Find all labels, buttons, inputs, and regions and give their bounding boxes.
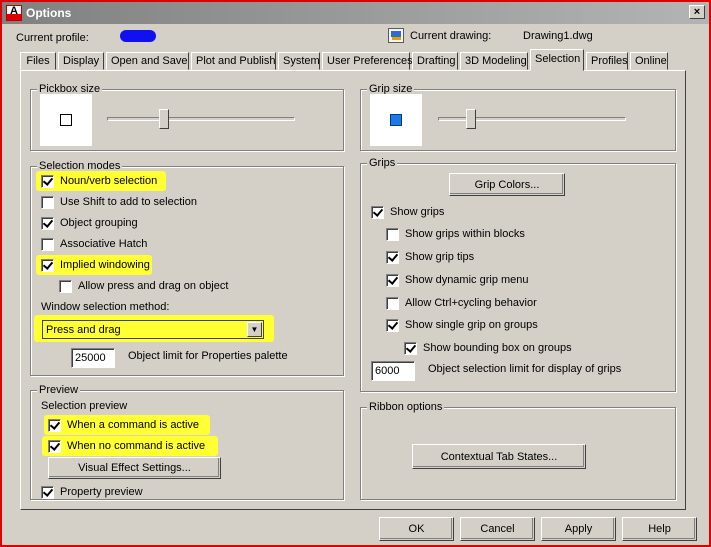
grips-within-blocks-label: Show grips within blocks	[405, 228, 525, 240]
bounding-box-groups-checkbox-row[interactable]: Show bounding box on groups	[404, 340, 572, 356]
implied-windowing-checkbox-row[interactable]: Implied windowing	[41, 257, 150, 273]
associative-hatch-checkbox-row[interactable]: Associative Hatch	[41, 236, 147, 252]
visual-effect-settings-button[interactable]: Visual Effect Settings...	[48, 457, 221, 479]
grip-size-preview	[370, 94, 422, 146]
use-shift-checkbox[interactable]	[41, 195, 54, 209]
pickbox-slider-thumb[interactable]	[159, 109, 169, 129]
window-selection-method-value: Press and drag	[46, 324, 121, 336]
allow-press-drag-checkbox[interactable]	[59, 279, 72, 293]
use-shift-label: Use Shift to add to selection	[60, 196, 197, 208]
current-profile-value-redacted	[120, 30, 156, 42]
selection-preview-label: Selection preview	[41, 400, 128, 412]
dynamic-grip-menu-checkbox-row[interactable]: Show dynamic grip menu	[386, 272, 529, 288]
dynamic-grip-menu-checkbox[interactable]	[386, 273, 399, 287]
use-shift-checkbox-row[interactable]: Use Shift to add to selection	[41, 194, 197, 210]
window-selection-method-select[interactable]: Press and drag ▼	[42, 320, 264, 339]
ctrl-cycling-checkbox-row[interactable]: Allow Ctrl+cycling behavior	[386, 295, 537, 311]
ctrl-cycling-label: Allow Ctrl+cycling behavior	[405, 297, 537, 309]
cancel-button[interactable]: Cancel	[460, 517, 535, 541]
tab-files[interactable]: Files	[20, 52, 56, 70]
drawing-file-icon	[388, 28, 404, 43]
when-command-active-checkbox-row[interactable]: When a command is active	[48, 417, 199, 433]
tab-drafting[interactable]: Drafting	[412, 52, 458, 70]
window-title: Options	[26, 6, 72, 20]
properties-object-limit-input[interactable]: 25000	[71, 348, 115, 368]
grip-tips-checkbox-row[interactable]: Show grip tips	[386, 249, 474, 265]
when-command-active-checkbox[interactable]	[48, 418, 61, 432]
single-grip-groups-checkbox-row[interactable]: Show single grip on groups	[386, 317, 538, 333]
current-drawing-value: Drawing1.dwg	[523, 30, 593, 42]
object-grouping-checkbox[interactable]	[41, 216, 54, 230]
object-grouping-checkbox-row[interactable]: Object grouping	[41, 215, 138, 231]
ok-button[interactable]: OK	[379, 517, 454, 541]
current-drawing-label: Current drawing:	[410, 30, 492, 42]
tab-profiles[interactable]: Profiles	[586, 52, 628, 70]
tab-online[interactable]: Online	[630, 52, 668, 70]
options-dialog: A Options × Current profile: Current dra…	[0, 0, 711, 547]
grip-tips-label: Show grip tips	[405, 251, 475, 263]
noun-verb-checkbox[interactable]	[41, 174, 54, 188]
pickbox-slider-track[interactable]	[107, 117, 295, 121]
property-preview-label: Property preview	[60, 486, 143, 498]
allow-press-drag-checkbox-row[interactable]: Allow press and drag on object	[59, 278, 228, 294]
show-grips-label: Show grips	[390, 206, 445, 218]
tab-display[interactable]: Display	[58, 52, 104, 70]
grip-square-icon	[390, 114, 402, 126]
close-button[interactable]: ×	[689, 5, 705, 19]
tab-plot-and-publish[interactable]: Plot and Publish	[191, 52, 276, 70]
tab-selection[interactable]: Selection	[530, 49, 584, 71]
pickbox-square-icon	[60, 114, 72, 126]
autocad-app-icon: A	[6, 5, 22, 21]
show-grips-checkbox-row[interactable]: Show grips	[371, 204, 444, 220]
bounding-box-groups-label: Show bounding box on groups	[423, 342, 572, 354]
single-grip-groups-checkbox[interactable]	[386, 318, 399, 332]
grip-display-limit-input[interactable]: 6000	[371, 361, 415, 381]
pickbox-preview	[40, 94, 92, 146]
when-command-active-label: When a command is active	[67, 419, 200, 431]
ribbon-options-title: Ribbon options	[367, 401, 445, 413]
show-grips-checkbox[interactable]	[371, 205, 384, 219]
grip-display-limit-label: Object selection limit for display of gr…	[428, 363, 622, 375]
ctrl-cycling-checkbox[interactable]	[386, 296, 399, 310]
allow-press-drag-label: Allow press and drag on object	[78, 280, 229, 292]
grips-within-blocks-checkbox-row[interactable]: Show grips within blocks	[386, 226, 525, 242]
associative-hatch-label: Associative Hatch	[60, 238, 148, 250]
tab-3d-modeling[interactable]: 3D Modeling	[460, 52, 528, 70]
property-preview-checkbox-row[interactable]: Property preview	[41, 484, 143, 500]
contextual-tab-states-button[interactable]: Contextual Tab States...	[412, 444, 586, 469]
implied-windowing-label: Implied windowing	[60, 259, 150, 271]
tab-open-and-save[interactable]: Open and Save	[106, 52, 189, 70]
single-grip-groups-label: Show single grip on groups	[405, 319, 538, 331]
grip-tips-checkbox[interactable]	[386, 250, 399, 264]
noun-verb-label: Noun/verb selection	[60, 175, 158, 187]
dynamic-grip-menu-label: Show dynamic grip menu	[405, 274, 529, 286]
grip-size-slider-thumb[interactable]	[466, 109, 476, 129]
title-bar[interactable]: A Options ×	[2, 2, 709, 24]
tab-user-preferences[interactable]: User Preferences	[322, 52, 413, 70]
grips-within-blocks-checkbox[interactable]	[386, 227, 399, 241]
grips-title: Grips	[367, 157, 398, 169]
object-grouping-label: Object grouping	[60, 217, 138, 229]
preview-title: Preview	[37, 384, 81, 396]
grip-colors-button[interactable]: Grip Colors...	[449, 173, 565, 196]
when-no-command-checkbox-row[interactable]: When no command is active	[48, 438, 205, 454]
properties-object-limit-label: Object limit for Properties palette	[128, 350, 288, 362]
bounding-box-groups-checkbox[interactable]	[404, 341, 417, 355]
noun-verb-checkbox-row[interactable]: Noun/verb selection	[41, 173, 157, 189]
apply-button[interactable]: Apply	[541, 517, 616, 541]
implied-windowing-checkbox[interactable]	[41, 258, 54, 272]
help-button[interactable]: Help	[622, 517, 697, 541]
when-no-command-checkbox[interactable]	[48, 439, 61, 453]
current-profile-label: Current profile:	[16, 32, 89, 44]
window-selection-method-label: Window selection method:	[41, 301, 170, 313]
property-preview-checkbox[interactable]	[41, 485, 54, 499]
dropdown-arrow-icon[interactable]: ▼	[247, 322, 262, 337]
when-no-command-label: When no command is active	[67, 440, 206, 452]
associative-hatch-checkbox[interactable]	[41, 237, 54, 251]
tab-system[interactable]: System	[278, 52, 320, 70]
